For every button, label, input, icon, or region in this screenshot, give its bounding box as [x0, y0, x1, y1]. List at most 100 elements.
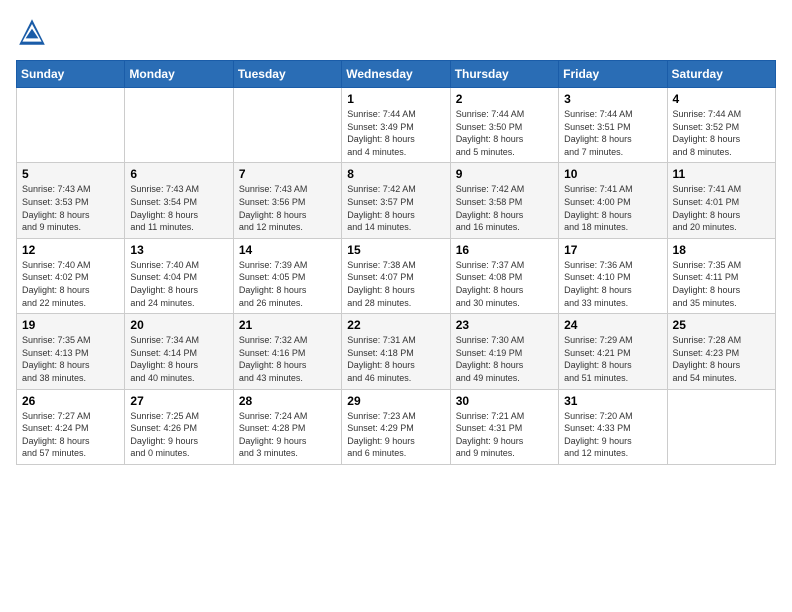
day-number: 12: [22, 243, 119, 257]
day-info: Sunrise: 7:44 AM Sunset: 3:52 PM Dayligh…: [673, 108, 770, 158]
day-number: 2: [456, 92, 553, 106]
day-info: Sunrise: 7:43 AM Sunset: 3:56 PM Dayligh…: [239, 183, 336, 233]
calendar-week-row: 12 Sunrise: 7:40 AM Sunset: 4:02 PM Dayli…: [17, 238, 776, 313]
calendar-cell: 31Sunrise: 7:20 AM Sunset: 4:33 PM Dayli…: [559, 389, 667, 464]
day-info: Sunrise: 7:21 AM Sunset: 4:31 PM Dayligh…: [456, 410, 553, 460]
day-info: Sunrise: 7:36 AM Sunset: 4:10 PM Dayligh…: [564, 259, 661, 309]
day-number: 24: [564, 318, 661, 332]
day-number: 10: [564, 167, 661, 181]
calendar-cell: 21Sunrise: 7:32 AM Sunset: 4:16 PM Dayli…: [233, 314, 341, 389]
calendar-week-row: 26Sunrise: 7:27 AM Sunset: 4:24 PM Dayli…: [17, 389, 776, 464]
day-info: Sunrise: 7:38 AM Sunset: 4:07 PM Dayligh…: [347, 259, 444, 309]
day-number: 22: [347, 318, 444, 332]
day-number: 8: [347, 167, 444, 181]
day-info: Sunrise: 7:43 AM Sunset: 3:53 PM Dayligh…: [22, 183, 119, 233]
day-info: Sunrise: 7:35 AM Sunset: 4:13 PM Dayligh…: [22, 334, 119, 384]
weekday-header: Tuesday: [233, 61, 341, 88]
calendar-cell: 13Sunrise: 7:40 AM Sunset: 4:04 PM Dayli…: [125, 238, 233, 313]
calendar-cell: 30 Sunrise: 7:21 AM Sunset: 4:31 PM Dayli…: [450, 389, 558, 464]
day-info: Sunrise: 7:31 AM Sunset: 4:18 PM Dayligh…: [347, 334, 444, 384]
day-number: 27: [130, 394, 227, 408]
calendar-cell: 25Sunrise: 7:28 AM Sunset: 4:23 PM Dayli…: [667, 314, 775, 389]
calendar-cell: 12 Sunrise: 7:40 AM Sunset: 4:02 PM Dayli…: [17, 238, 125, 313]
day-number: 13: [130, 243, 227, 257]
day-info: Sunrise: 7:44 AM Sunset: 3:50 PM Dayligh…: [456, 108, 553, 158]
calendar-cell: 29 Sunrise: 7:23 AM Sunset: 4:29 PM Dayli…: [342, 389, 450, 464]
calendar-cell: 23 Sunrise: 7:30 AM Sunset: 4:19 PM Dayli…: [450, 314, 558, 389]
day-info: Sunrise: 7:41 AM Sunset: 4:01 PM Dayligh…: [673, 183, 770, 233]
calendar-cell: 28 Sunrise: 7:24 AM Sunset: 4:28 PM Dayli…: [233, 389, 341, 464]
day-info: Sunrise: 7:34 AM Sunset: 4:14 PM Dayligh…: [130, 334, 227, 384]
calendar-cell: 11 Sunrise: 7:41 AM Sunset: 4:01 PM Dayli…: [667, 163, 775, 238]
calendar-cell: 19 Sunrise: 7:35 AM Sunset: 4:13 PM Dayli…: [17, 314, 125, 389]
day-number: 1: [347, 92, 444, 106]
calendar-cell: [667, 389, 775, 464]
calendar-cell: 4 Sunrise: 7:44 AM Sunset: 3:52 PM Daylig…: [667, 88, 775, 163]
calendar-cell: 16 Sunrise: 7:37 AM Sunset: 4:08 PM Dayli…: [450, 238, 558, 313]
calendar-week-row: 19 Sunrise: 7:35 AM Sunset: 4:13 PM Dayli…: [17, 314, 776, 389]
calendar-cell: 3 Sunrise: 7:44 AM Sunset: 3:51 PM Daylig…: [559, 88, 667, 163]
calendar-cell: 17 Sunrise: 7:36 AM Sunset: 4:10 PM Dayli…: [559, 238, 667, 313]
day-info: Sunrise: 7:24 AM Sunset: 4:28 PM Dayligh…: [239, 410, 336, 460]
day-info: Sunrise: 7:30 AM Sunset: 4:19 PM Dayligh…: [456, 334, 553, 384]
calendar-cell: 22 Sunrise: 7:31 AM Sunset: 4:18 PM Dayli…: [342, 314, 450, 389]
day-info: Sunrise: 7:32 AM Sunset: 4:16 PM Dayligh…: [239, 334, 336, 384]
weekday-header: Saturday: [667, 61, 775, 88]
day-number: 6: [130, 167, 227, 181]
day-info: Sunrise: 7:44 AM Sunset: 3:51 PM Dayligh…: [564, 108, 661, 158]
day-info: Sunrise: 7:39 AM Sunset: 4:05 PM Dayligh…: [239, 259, 336, 309]
calendar-cell: [125, 88, 233, 163]
weekday-header: Friday: [559, 61, 667, 88]
calendar-cell: 24Sunrise: 7:29 AM Sunset: 4:21 PM Dayli…: [559, 314, 667, 389]
day-info: Sunrise: 7:35 AM Sunset: 4:11 PM Dayligh…: [673, 259, 770, 309]
day-number: 19: [22, 318, 119, 332]
calendar-cell: 18 Sunrise: 7:35 AM Sunset: 4:11 PM Dayli…: [667, 238, 775, 313]
day-number: 18: [673, 243, 770, 257]
day-info: Sunrise: 7:41 AM Sunset: 4:00 PM Dayligh…: [564, 183, 661, 233]
calendar-cell: 15 Sunrise: 7:38 AM Sunset: 4:07 PM Dayli…: [342, 238, 450, 313]
day-number: 5: [22, 167, 119, 181]
calendar-cell: 8 Sunrise: 7:42 AM Sunset: 3:57 PM Daylig…: [342, 163, 450, 238]
day-info: Sunrise: 7:23 AM Sunset: 4:29 PM Dayligh…: [347, 410, 444, 460]
calendar-table: SundayMondayTuesdayWednesdayThursdayFrid…: [16, 60, 776, 465]
day-number: 7: [239, 167, 336, 181]
day-number: 31: [564, 394, 661, 408]
calendar-cell: [233, 88, 341, 163]
day-info: Sunrise: 7:27 AM Sunset: 4:24 PM Dayligh…: [22, 410, 119, 460]
day-number: 30: [456, 394, 553, 408]
logo-icon: [16, 16, 48, 48]
calendar-header-row: SundayMondayTuesdayWednesdayThursdayFrid…: [17, 61, 776, 88]
day-number: 15: [347, 243, 444, 257]
day-number: 3: [564, 92, 661, 106]
weekday-header: Sunday: [17, 61, 125, 88]
calendar-cell: [17, 88, 125, 163]
day-number: 9: [456, 167, 553, 181]
day-number: 29: [347, 394, 444, 408]
day-info: Sunrise: 7:43 AM Sunset: 3:54 PM Dayligh…: [130, 183, 227, 233]
logo: [16, 16, 52, 48]
day-info: Sunrise: 7:44 AM Sunset: 3:49 PM Dayligh…: [347, 108, 444, 158]
day-info: Sunrise: 7:42 AM Sunset: 3:57 PM Dayligh…: [347, 183, 444, 233]
calendar-cell: 10 Sunrise: 7:41 AM Sunset: 4:00 PM Dayli…: [559, 163, 667, 238]
day-number: 20: [130, 318, 227, 332]
calendar-cell: 27 Sunrise: 7:25 AM Sunset: 4:26 PM Dayli…: [125, 389, 233, 464]
page-header: [16, 16, 776, 48]
calendar-cell: 2 Sunrise: 7:44 AM Sunset: 3:50 PM Daylig…: [450, 88, 558, 163]
day-info: Sunrise: 7:40 AM Sunset: 4:02 PM Dayligh…: [22, 259, 119, 309]
day-number: 23: [456, 318, 553, 332]
day-number: 16: [456, 243, 553, 257]
calendar-cell: 7 Sunrise: 7:43 AM Sunset: 3:56 PM Daylig…: [233, 163, 341, 238]
calendar-week-row: 1 Sunrise: 7:44 AM Sunset: 3:49 PM Daylig…: [17, 88, 776, 163]
day-info: Sunrise: 7:42 AM Sunset: 3:58 PM Dayligh…: [456, 183, 553, 233]
calendar-cell: 5 Sunrise: 7:43 AM Sunset: 3:53 PM Daylig…: [17, 163, 125, 238]
day-number: 14: [239, 243, 336, 257]
day-number: 28: [239, 394, 336, 408]
day-number: 11: [673, 167, 770, 181]
day-info: Sunrise: 7:25 AM Sunset: 4:26 PM Dayligh…: [130, 410, 227, 460]
day-number: 25: [673, 318, 770, 332]
day-info: Sunrise: 7:37 AM Sunset: 4:08 PM Dayligh…: [456, 259, 553, 309]
weekday-header: Wednesday: [342, 61, 450, 88]
calendar-cell: 1 Sunrise: 7:44 AM Sunset: 3:49 PM Daylig…: [342, 88, 450, 163]
day-number: 17: [564, 243, 661, 257]
day-number: 4: [673, 92, 770, 106]
